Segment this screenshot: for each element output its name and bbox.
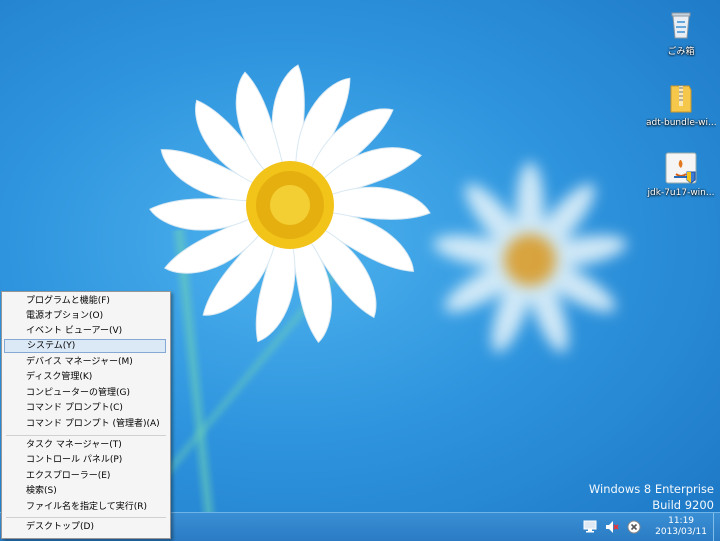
zip-folder-icon	[663, 80, 699, 116]
menu-item-control-panel[interactable]: コントロール パネル(P)	[4, 453, 166, 467]
network-icon[interactable]	[582, 519, 598, 535]
menu-item-command-prompt[interactable]: コマンド プロンプト(C)	[4, 401, 166, 415]
java-installer-icon	[663, 150, 699, 186]
desktop-icon-label: ごみ箱	[667, 47, 695, 57]
windows-edition-watermark: Windows 8 Enterprise Build 9200	[589, 482, 714, 512]
clock-time: 11:19	[668, 516, 695, 526]
menu-item-command-prompt-admin[interactable]: コマンド プロンプト (管理者)(A)	[4, 417, 166, 431]
taskbar-clock[interactable]: 11:19 2013/03/11	[655, 516, 707, 538]
menu-item-event-viewer[interactable]: イベント ビューアー(V)	[4, 324, 166, 338]
desktop-icon-jdk-installer[interactable]: jdk-7u17-win...	[646, 150, 716, 198]
menu-item-task-manager[interactable]: タスク マネージャー(T)	[4, 438, 166, 452]
menu-separator	[6, 435, 166, 436]
system-tray: 11:19 2013/03/11	[579, 513, 720, 541]
menu-item-run[interactable]: ファイル名を指定して実行(R)	[4, 500, 166, 514]
watermark-edition: Windows 8 Enterprise	[588, 482, 714, 496]
wallpaper-flower-blurred	[433, 162, 627, 353]
recycle-bin-icon	[663, 6, 699, 42]
menu-item-explorer[interactable]: エクスプローラー(E)	[4, 469, 166, 483]
menu-item-system[interactable]: システム(Y)	[4, 339, 166, 353]
menu-item-search[interactable]: 検索(S)	[4, 484, 166, 498]
wallpaper-flower	[149, 64, 431, 344]
menu-item-device-manager[interactable]: デバイス マネージャー(M)	[4, 355, 166, 369]
desktop-icon-adt-bundle[interactable]: adt-bundle-wi...	[646, 80, 716, 128]
menu-item-computer-management[interactable]: コンピューターの管理(G)	[4, 386, 166, 400]
volume-muted-icon[interactable]	[604, 519, 620, 535]
menu-item-disk-management[interactable]: ディスク管理(K)	[4, 370, 166, 384]
menu-item-power-options[interactable]: 電源オプション(O)	[4, 309, 166, 323]
watermark-build: Build 9200	[652, 498, 714, 512]
desktop-icon-label: jdk-7u17-win...	[647, 188, 715, 198]
desktop-icon-recycle-bin[interactable]: ごみ箱	[646, 6, 716, 57]
show-desktop-button[interactable]	[713, 513, 720, 541]
desktop-icon-label: adt-bundle-wi...	[646, 118, 716, 128]
clock-date: 2013/03/11	[655, 527, 707, 537]
menu-item-programs-features[interactable]: プログラムと機能(F)	[4, 294, 166, 308]
power-user-menu[interactable]: プログラムと機能(F) 電源オプション(O) イベント ビューアー(V) システ…	[1, 291, 171, 539]
menu-item-desktop[interactable]: デスクトップ(D)	[4, 520, 166, 534]
menu-separator	[6, 517, 166, 518]
action-center-icon[interactable]	[626, 519, 642, 535]
